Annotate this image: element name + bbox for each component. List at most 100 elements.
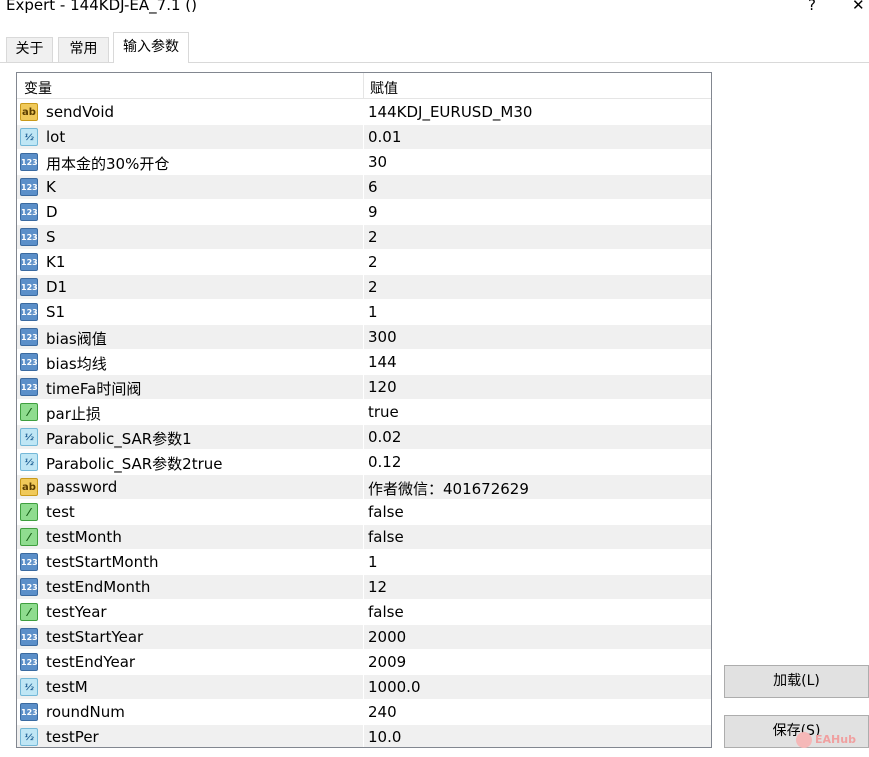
param-value[interactable]: 9 — [368, 203, 378, 221]
tab-inputs[interactable]: 输入参数 — [113, 32, 189, 63]
param-name: S — [46, 228, 56, 246]
param-row[interactable]: 123 testEndMonth 12 — [17, 575, 711, 600]
param-name: testStartYear — [46, 628, 144, 646]
load-button[interactable]: 加载(L) — [724, 665, 869, 698]
param-name: 用本金的30%开仓 — [46, 155, 170, 173]
column-header-value[interactable]: 赋值 — [370, 78, 398, 98]
param-value[interactable]: 300 — [368, 328, 397, 346]
param-row[interactable]: ½ testPer 10.0 — [17, 725, 711, 747]
param-row[interactable]: 123 K 6 — [17, 175, 711, 200]
row-divider — [363, 500, 364, 525]
bool-type-icon: ⁄ — [20, 528, 38, 546]
param-row[interactable]: 123 timeFa时间阀 120 — [17, 375, 711, 400]
param-name: K — [46, 178, 56, 196]
row-divider — [363, 450, 364, 475]
param-value[interactable]: 0.12 — [368, 453, 401, 471]
row-divider — [363, 325, 364, 350]
row-divider — [363, 425, 364, 450]
param-row[interactable]: ⁄ testMonth false — [17, 525, 711, 550]
tab-common[interactable]: 常用 — [58, 37, 109, 62]
row-divider — [363, 575, 364, 600]
param-value[interactable]: 0.02 — [368, 428, 401, 446]
param-row[interactable]: ½ Parabolic_SAR参数1 0.02 — [17, 425, 711, 450]
param-value[interactable]: false — [368, 528, 404, 546]
help-button[interactable]: ? — [803, 0, 821, 16]
param-name: testEndMonth — [46, 578, 151, 596]
param-row[interactable]: 123 roundNum 240 — [17, 700, 711, 725]
tab-about[interactable]: 关于 — [6, 37, 53, 62]
param-value[interactable]: 120 — [368, 378, 397, 396]
param-value[interactable]: true — [368, 403, 399, 421]
param-row[interactable]: ab sendVoid 144KDJ_EURUSD_M30 — [17, 100, 711, 125]
row-divider — [363, 375, 364, 400]
parameters-grid[interactable]: 变量 赋值 ab sendVoid 144KDJ_EURUSD_M30 ½ lot 0.0… — [16, 72, 712, 748]
param-row[interactable]: ½ testM 1000.0 — [17, 675, 711, 700]
bool-type-icon: ⁄ — [20, 503, 38, 521]
param-row[interactable]: 123 D 9 — [17, 200, 711, 225]
param-value[interactable]: 2009 — [368, 653, 406, 671]
param-row[interactable]: ⁄ test false — [17, 500, 711, 525]
row-divider — [363, 700, 364, 725]
param-row[interactable]: ⁄ testYear false — [17, 600, 711, 625]
param-row[interactable]: ½ lot 0.01 — [17, 125, 711, 150]
row-divider — [363, 475, 364, 500]
double-type-icon: ½ — [20, 428, 38, 446]
param-name: D — [46, 203, 58, 221]
param-value[interactable]: 2 — [368, 253, 378, 271]
row-divider — [363, 600, 364, 625]
int-type-icon: 123 — [20, 328, 38, 346]
param-row[interactable]: 123 bias均线 144 — [17, 350, 711, 375]
param-row[interactable]: ½ Parabolic_SAR参数2true 0.12 — [17, 450, 711, 475]
param-name: roundNum — [46, 703, 125, 721]
param-value[interactable]: 144KDJ_EURUSD_M30 — [368, 103, 532, 121]
window-title: Expert - 144KDJ-EA_7.1 () — [6, 0, 197, 14]
param-name: timeFa时间阀 — [46, 380, 142, 398]
param-row[interactable]: 123 S 2 — [17, 225, 711, 250]
param-value[interactable]: 6 — [368, 178, 378, 196]
param-value[interactable]: 1000.0 — [368, 678, 421, 696]
param-name: testYear — [46, 603, 107, 621]
param-value[interactable]: false — [368, 503, 404, 521]
row-divider — [363, 150, 364, 175]
int-type-icon: 123 — [20, 578, 38, 596]
param-row[interactable]: 123 testStartMonth 1 — [17, 550, 711, 575]
param-value[interactable]: 240 — [368, 703, 397, 721]
param-value[interactable]: 作者微信：401672629 — [368, 478, 529, 499]
grid-header: 变量 赋值 — [17, 73, 711, 99]
column-divider[interactable] — [363, 73, 364, 99]
param-value[interactable]: 10.0 — [368, 728, 401, 746]
row-divider — [363, 550, 364, 575]
string-type-icon: ab — [20, 103, 38, 121]
row-divider — [363, 175, 364, 200]
param-value[interactable]: 1 — [368, 553, 378, 571]
param-row[interactable]: 123 testStartYear 2000 — [17, 625, 711, 650]
column-header-variable[interactable]: 变量 — [24, 78, 52, 98]
param-value[interactable]: 12 — [368, 578, 387, 596]
param-value[interactable]: 2 — [368, 228, 378, 246]
param-value[interactable]: 0.01 — [368, 128, 401, 146]
param-row[interactable]: 123 testEndYear 2009 — [17, 650, 711, 675]
close-button[interactable]: ✕ — [852, 0, 869, 16]
param-value[interactable]: 144 — [368, 353, 397, 371]
param-value[interactable]: false — [368, 603, 404, 621]
param-name: testPer — [46, 728, 99, 746]
param-row[interactable]: 123 K1 2 — [17, 250, 711, 275]
int-type-icon: 123 — [20, 203, 38, 221]
param-value[interactable]: 1 — [368, 303, 378, 321]
watermark-logo: EAHub — [796, 732, 866, 752]
param-value[interactable]: 2 — [368, 278, 378, 296]
param-row[interactable]: ⁄ par止损 true — [17, 400, 711, 425]
param-name: S1 — [46, 303, 66, 321]
title-bar: Expert - 144KDJ-EA_7.1 () ? ✕ — [0, 0, 869, 22]
param-name: testMonth — [46, 528, 122, 546]
param-row[interactable]: 123 用本金的30%开仓 30 — [17, 150, 711, 175]
param-value[interactable]: 2000 — [368, 628, 406, 646]
param-name: lot — [46, 128, 66, 146]
int-type-icon: 123 — [20, 553, 38, 571]
param-row[interactable]: ab password 作者微信：401672629 — [17, 475, 711, 500]
row-divider — [363, 275, 364, 300]
param-value[interactable]: 30 — [368, 153, 387, 171]
param-row[interactable]: 123 D1 2 — [17, 275, 711, 300]
param-row[interactable]: 123 bias阀值 300 — [17, 325, 711, 350]
param-row[interactable]: 123 S1 1 — [17, 300, 711, 325]
